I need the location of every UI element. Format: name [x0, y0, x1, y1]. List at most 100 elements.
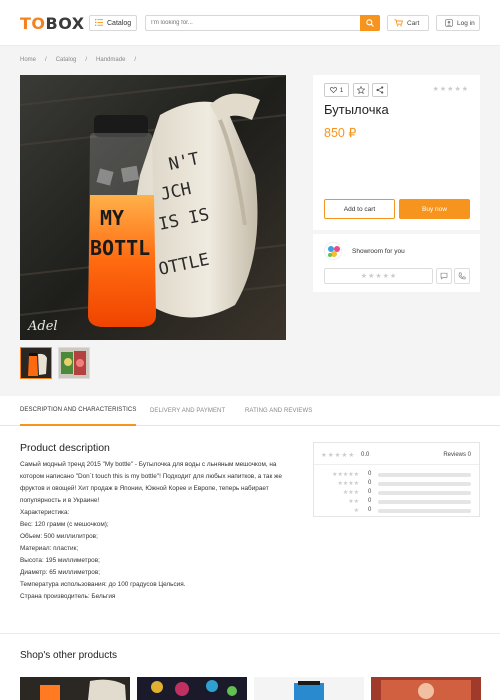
- menu-icon: [95, 18, 103, 28]
- breadcrumb-catalog[interactable]: Catalog: [56, 57, 77, 63]
- tab-delivery[interactable]: DELIVERY AND PAYMENT: [150, 396, 225, 426]
- shop-card: Showroom for you ★ ★ ★ ★ ★: [313, 234, 480, 292]
- catalog-label: Catalog: [107, 19, 132, 27]
- shop-avatar[interactable]: [324, 242, 342, 260]
- product-image[interactable]: N'T JCH IS IS OTTLE MY BOTTL Adel: [20, 75, 286, 340]
- like-button[interactable]: 1: [324, 83, 349, 97]
- breadcrumb: Home / Catalog / Handmade /: [20, 57, 145, 63]
- search-input[interactable]: [146, 16, 356, 30]
- description-text: Самый модный тренд 2015 "My bottle" - Бу…: [20, 459, 290, 603]
- svg-text:Adel: Adel: [27, 319, 58, 334]
- breadcrumb-handmade[interactable]: Handmade: [96, 57, 125, 63]
- svg-text:BOTTL: BOTTL: [90, 236, 150, 260]
- breadcrumb-separator: /: [134, 57, 137, 63]
- product-price: 850 ₽: [324, 126, 357, 140]
- chat-button[interactable]: [436, 268, 452, 284]
- share-button[interactable]: [372, 83, 388, 97]
- rating-count: 0: [368, 480, 372, 486]
- rating-bar: [378, 491, 471, 495]
- rating-count: 0: [368, 471, 372, 477]
- header: TOBOX Catalog Cart Log in: [0, 0, 500, 46]
- rating-bar: [378, 500, 471, 504]
- phone-icon: [458, 272, 466, 280]
- thumbnail-1[interactable]: [20, 347, 52, 379]
- login-button[interactable]: Log in: [436, 15, 480, 31]
- stars-3: ★★★: [342, 490, 359, 496]
- breadcrumb-home[interactable]: Home: [20, 57, 36, 63]
- star-icon: ★: [341, 452, 348, 459]
- star-icon: ★: [321, 452, 327, 459]
- breadcrumb-separator: /: [85, 57, 88, 63]
- breadcrumb-separator: /: [45, 57, 47, 63]
- description-line: Диаметр: 65 миллиметров;: [20, 569, 101, 576]
- shop-name[interactable]: Showroom for you: [352, 248, 405, 255]
- stars-4: ★★★★: [337, 481, 359, 487]
- description-line: Вес: 120 грамм (с мешочком);: [20, 521, 109, 528]
- description-line: Характеристика:: [20, 509, 70, 516]
- rating-row-2: ★★ 0: [321, 498, 471, 506]
- rating-count: 0: [368, 489, 372, 495]
- average-rating-stars: ★ ★ ★ ★ ★: [321, 451, 354, 459]
- rating-row-3: ★★★ 0: [321, 489, 471, 497]
- description-line: Материал: пластик;: [20, 545, 79, 552]
- divider: [314, 464, 479, 465]
- divider: [0, 633, 500, 634]
- tab-reviews[interactable]: RATING AND REVIEWS: [245, 396, 312, 426]
- search-button[interactable]: [360, 15, 380, 31]
- tab-description[interactable]: DESCRIPTION AND CHARACTERISTICS: [20, 396, 137, 426]
- cart-label: Cart: [407, 19, 420, 27]
- star-icon: ★: [439, 86, 447, 93]
- star-icon: ★: [375, 273, 382, 280]
- svg-text:MY: MY: [100, 206, 124, 230]
- other-product-card[interactable]: [254, 677, 364, 700]
- shop-rating: ★ ★ ★ ★ ★: [324, 268, 433, 284]
- star-icon: [357, 86, 365, 94]
- other-product-card[interactable]: [371, 677, 481, 700]
- average-score: 0.0: [361, 452, 370, 458]
- rating-row-4: ★★★★ 0: [321, 480, 471, 488]
- rating-count: 0: [368, 507, 372, 513]
- other-product-card[interactable]: [137, 677, 247, 700]
- star-icon: ★: [348, 452, 355, 459]
- rating-bar: [378, 473, 471, 477]
- description-line: Высота: 195 миллиметров;: [20, 557, 100, 564]
- add-to-cart-button[interactable]: Add to cart: [324, 199, 395, 219]
- rating-row-1: ★ 0: [321, 507, 471, 515]
- description-line: Самый модный тренд 2015 "My bottle" - Бу…: [20, 461, 282, 504]
- share-icon: [376, 86, 384, 94]
- stars-2: ★★: [348, 499, 359, 505]
- phone-button[interactable]: [454, 268, 470, 284]
- rating-stars: ★ ★ ★ ★ ★: [433, 85, 468, 93]
- reviews-count[interactable]: Reviews 0: [443, 452, 471, 458]
- catalog-button[interactable]: Catalog: [89, 15, 137, 31]
- chat-icon: [440, 272, 448, 280]
- other-products-title: Shop's other products: [20, 650, 117, 661]
- logo[interactable]: TOBOX: [20, 14, 85, 33]
- star-icon: ★: [334, 452, 341, 459]
- other-product-card[interactable]: [20, 677, 130, 700]
- description-line: Объем: 500 миллилитров;: [20, 533, 98, 540]
- thumbnail-2[interactable]: [58, 347, 90, 379]
- search-bar: [145, 15, 380, 31]
- star-icon: ★: [461, 86, 468, 93]
- star-icon: ★: [454, 86, 461, 93]
- stars-5: ★★★★★: [332, 472, 359, 478]
- star-icon: ★: [432, 86, 439, 93]
- star-icon: ★: [327, 452, 334, 459]
- star-icon: ★: [447, 86, 454, 93]
- rating-bar: [378, 509, 471, 513]
- cart-icon: [394, 19, 403, 27]
- star-icon: ★: [389, 273, 397, 280]
- logo-box: BOX: [45, 14, 85, 33]
- rating-bar: [378, 482, 471, 486]
- reviews-summary: ★ ★ ★ ★ ★ 0.0 Reviews 0 ★★★★★ 0 ★★★★ 0 ★★★ 0…: [313, 442, 480, 517]
- description-title: Product description: [20, 442, 110, 454]
- rating-count: 0: [368, 498, 372, 504]
- favorite-button[interactable]: [353, 83, 369, 97]
- login-label: Log in: [457, 19, 475, 27]
- star-icon: ★: [360, 273, 368, 280]
- search-icon: [366, 19, 374, 27]
- buy-now-button[interactable]: Buy now: [399, 199, 470, 219]
- product-card: 1 ★ ★ ★ ★ ★ Бутылочка 850 ₽ Add to cart Buy …: [313, 75, 480, 230]
- cart-button[interactable]: Cart: [387, 15, 429, 31]
